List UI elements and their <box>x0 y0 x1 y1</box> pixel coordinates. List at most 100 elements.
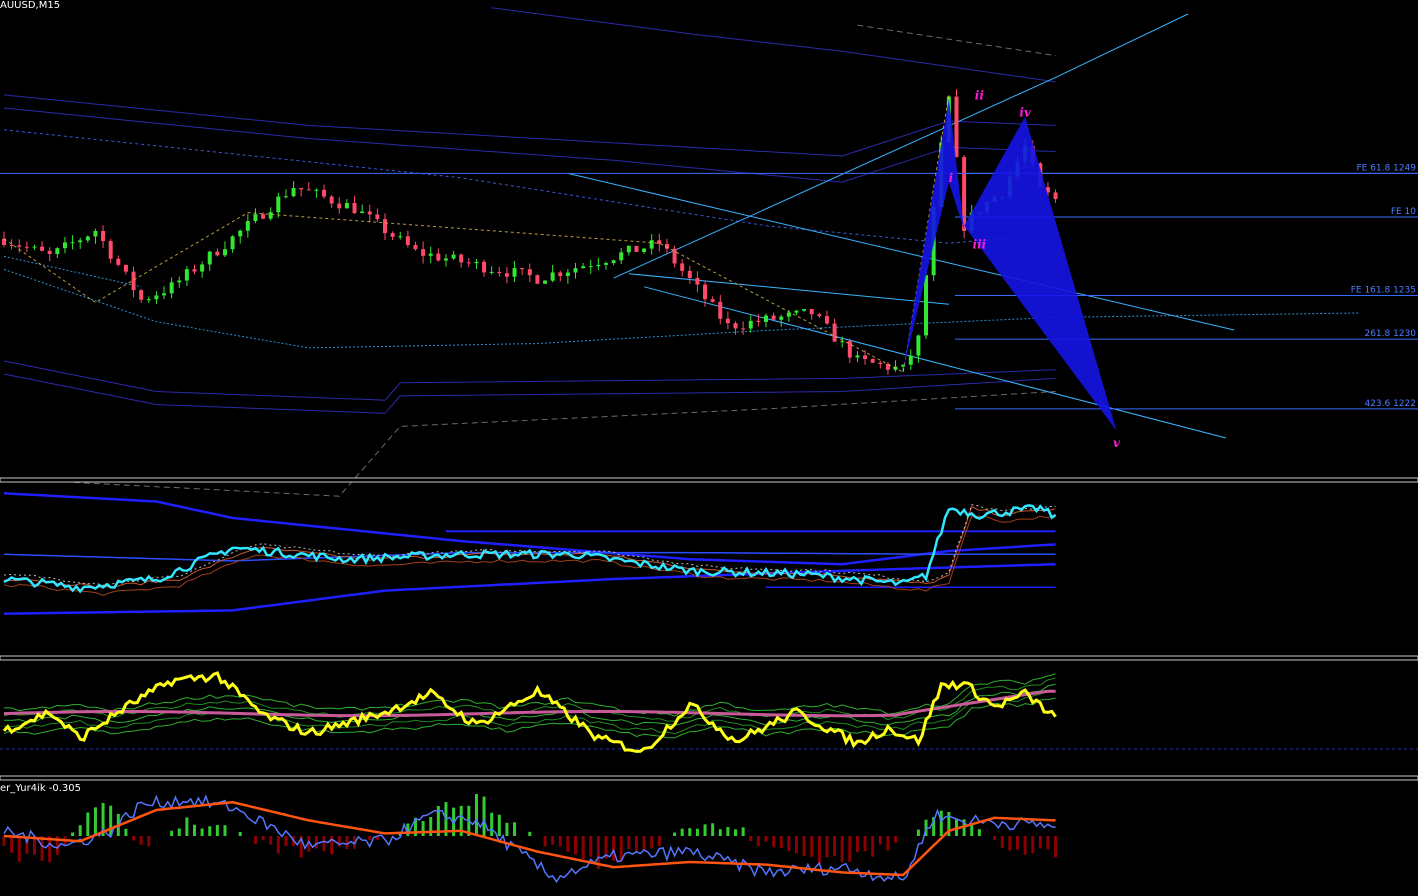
candle-body <box>603 263 608 265</box>
panel-separator-1[interactable] <box>0 655 1418 661</box>
wave-label-iv: iv <box>1019 106 1032 120</box>
candle-body <box>619 252 624 261</box>
signal-slow-line <box>3 800 1056 877</box>
candle-body <box>24 246 29 248</box>
candle-body <box>497 271 502 274</box>
candle-body <box>451 254 456 259</box>
candle-body <box>779 316 784 320</box>
candle-body <box>253 214 258 222</box>
candle-body <box>314 189 319 191</box>
envelope-line-3 <box>3 373 1056 414</box>
candle-body <box>695 278 700 285</box>
rsi-panel[interactable] <box>3 492 1057 615</box>
zigzag-line <box>3 94 950 374</box>
candle-body <box>908 355 913 365</box>
candle-body <box>756 320 761 323</box>
candle-body <box>802 309 807 311</box>
candle-body <box>710 299 715 302</box>
candle-body <box>17 245 22 247</box>
candle-body <box>741 328 746 330</box>
candle-body <box>878 362 883 364</box>
candle-body <box>520 268 525 270</box>
candle-body <box>383 219 387 234</box>
osc-band-4 <box>3 673 1056 717</box>
candle-body <box>421 249 426 256</box>
envelope-line-8 <box>3 255 142 288</box>
candle-body <box>550 272 555 281</box>
candle-body <box>649 240 654 249</box>
candle-body <box>840 341 845 343</box>
oscillator-panel[interactable] <box>0 671 1418 753</box>
candle-body <box>535 275 540 284</box>
candle-body <box>62 242 67 249</box>
candle-body <box>474 261 479 264</box>
candle-body <box>207 251 212 265</box>
candle-body <box>847 341 852 358</box>
channel-line-1 <box>567 172 1235 331</box>
channel-line-3 <box>628 273 949 305</box>
candle-body <box>832 323 837 342</box>
candle-body <box>725 318 730 324</box>
candle-body <box>824 316 829 324</box>
candle-body <box>101 230 106 242</box>
candle-body <box>329 196 334 204</box>
envelope-line-7 <box>3 268 1361 349</box>
candle-body <box>390 233 395 237</box>
price-panel[interactable] <box>0 7 1418 497</box>
candle-body <box>443 258 448 261</box>
wave-pattern: iiiiiiivv <box>903 88 1121 450</box>
candle-body <box>626 245 631 253</box>
candle-body <box>588 266 593 268</box>
candle-body <box>344 202 349 209</box>
candle-body <box>1053 192 1058 200</box>
fibo-level-label: 261.8 1230 <box>1364 329 1416 339</box>
candle-body <box>222 249 227 256</box>
candle-body <box>162 293 167 296</box>
candle-body <box>276 196 281 213</box>
histogram-panel[interactable] <box>2 794 1058 884</box>
candle-body <box>413 244 418 250</box>
envelope-line-9 <box>3 129 1056 244</box>
candle-body <box>634 245 639 253</box>
candle-body <box>764 315 768 323</box>
candle-body <box>32 246 37 248</box>
candle-body <box>459 254 464 263</box>
candle-body <box>146 299 151 301</box>
panel-separator-0[interactable] <box>0 477 1418 483</box>
candle-body <box>78 240 83 243</box>
candle-body <box>154 295 159 300</box>
candle-body <box>261 214 266 219</box>
trading-chart-window[interactable]: AUUSD,M15 er_Yur4ik -0.305 FE 61.8 1249 F… <box>0 0 1418 896</box>
candle-body <box>398 236 403 238</box>
candle-body <box>954 96 959 158</box>
candle-body <box>299 188 304 190</box>
candle-body <box>680 263 685 271</box>
channel-line-0 <box>613 13 1189 279</box>
candle-body <box>40 246 45 251</box>
candle-body <box>123 264 128 272</box>
candle-body <box>215 251 220 256</box>
candle-body <box>70 242 75 244</box>
candle-body <box>116 258 121 265</box>
candle-body <box>169 282 174 294</box>
candle-body <box>184 269 189 281</box>
fibo-level-label: FE 161.8 1235 <box>1351 286 1416 296</box>
chart-canvas[interactable]: FE 61.8 1249 FE 10 FE 161.8 1235 261.8 1230… <box>0 0 1418 896</box>
candle-body <box>192 269 197 272</box>
candle-body <box>489 271 494 273</box>
panel-separator-2[interactable] <box>0 775 1418 781</box>
candle-body <box>527 269 532 276</box>
candle-body <box>771 315 776 320</box>
candle-body <box>916 335 921 356</box>
candle-body <box>664 243 669 249</box>
panel-separators[interactable] <box>0 477 1418 781</box>
candle-body <box>611 260 616 264</box>
wave-label-iii: iii <box>973 237 987 251</box>
candle-body <box>870 359 875 363</box>
envelope-line-6 <box>857 24 1056 57</box>
candle-body <box>405 236 410 245</box>
candle-body <box>230 236 235 250</box>
candle-body <box>85 236 90 241</box>
candle-body <box>283 196 288 198</box>
rsi-ma-2 <box>3 504 1056 586</box>
